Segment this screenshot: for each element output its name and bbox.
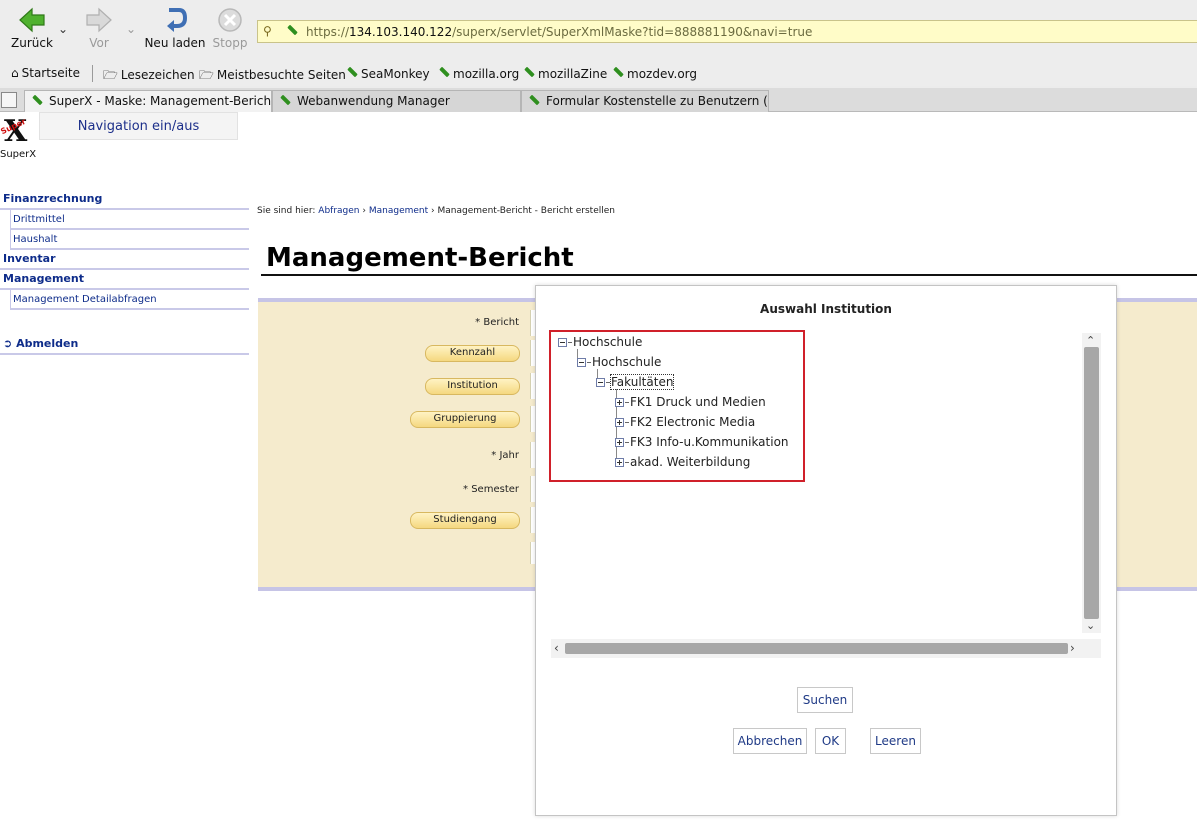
nav-finanzrechnung[interactable]: Finanzrechnung: [0, 190, 249, 210]
tab-formular-kostenstelle[interactable]: Formular Kostenstelle zu Benutzern (L...: [521, 90, 769, 112]
reload-button[interactable]: Neu laden: [144, 6, 206, 50]
tree-vertical-scrollbar[interactable]: ⌃ ⌄: [1082, 333, 1101, 633]
tab-strip: SuperX - Maske: Management-Bericht Weban…: [0, 88, 1197, 113]
institution-dialog: Auswahl Institution Hochschule Hochschul…: [535, 285, 1117, 816]
bookmark-icon: [438, 66, 450, 78]
forward-history-chevron-icon[interactable]: ⌄: [126, 22, 136, 36]
label-bericht: * Bericht: [475, 317, 519, 328]
institution-tree: Hochschule Hochschule Fakultäten FK1 Dru…: [549, 330, 1101, 658]
bookmark-meistbesuchte[interactable]: 🗁 Meistbesuchte Seiten: [199, 66, 346, 87]
tree-node-hochschule-root[interactable]: Hochschule: [558, 335, 642, 349]
expand-icon[interactable]: [615, 398, 624, 407]
tab-favicon: [279, 94, 291, 106]
collapse-icon[interactable]: [577, 358, 586, 367]
search-button[interactable]: Suchen: [797, 687, 853, 713]
ok-button[interactable]: OK: [815, 728, 846, 754]
back-arrow-icon: [19, 7, 45, 33]
dialog-title: Auswahl Institution: [760, 302, 892, 316]
nav-haushalt[interactable]: Haushalt: [10, 230, 249, 250]
collapse-icon[interactable]: [558, 338, 567, 347]
nav-inventar[interactable]: Inventar: [0, 250, 249, 270]
studiengang-button[interactable]: Studiengang: [410, 512, 520, 529]
bookmark-mozilla-org[interactable]: mozilla.org: [438, 66, 519, 81]
forward-button[interactable]: Vor: [80, 6, 118, 50]
collapse-icon[interactable]: [596, 378, 605, 387]
nav-drittmittel[interactable]: Drittmittel: [10, 210, 249, 230]
gruppierung-button[interactable]: Gruppierung: [410, 411, 520, 428]
bookmark-mozdev[interactable]: mozdev.org: [612, 66, 697, 81]
browser-toolbar: Zurück ⌄ Vor ⌄ Neu laden Stopp ⚲ https:/…: [0, 0, 1197, 62]
label-semester: * Semester: [463, 484, 519, 495]
horizontal-scroll-thumb[interactable]: [565, 643, 1068, 654]
back-history-chevron-icon[interactable]: ⌄: [58, 22, 68, 36]
tree-horizontal-scrollbar[interactable]: ‹ ›: [551, 639, 1082, 658]
kennzahl-button[interactable]: Kennzahl: [425, 345, 520, 362]
vertical-scroll-thumb[interactable]: [1084, 347, 1099, 619]
tab-favicon: [528, 94, 540, 106]
nav-management-detail[interactable]: Management Detailabfragen: [10, 290, 249, 310]
bookmark-icon: [346, 66, 358, 78]
navigation-toggle[interactable]: Navigation ein/aus: [39, 112, 238, 140]
site-icon: [286, 24, 298, 36]
breadcrumb-chevron-icon: ›: [362, 206, 366, 216]
breadcrumb-abfragen[interactable]: Abfragen: [318, 206, 359, 216]
superx-logo[interactable]: X Super SuperX: [0, 114, 38, 162]
breadcrumb-current: Management-Bericht - Bericht erstellen: [437, 206, 615, 216]
expand-icon[interactable]: [615, 438, 624, 447]
reload-icon: [167, 8, 188, 32]
scrollbar-corner: [1082, 639, 1101, 658]
folder-icon: 🗁: [103, 68, 118, 82]
tree-node-weiterbildung[interactable]: akad. Weiterbildung: [615, 455, 750, 469]
bookmark-lesezeichen[interactable]: 🗁 Lesezeichen: [103, 66, 195, 87]
bookmark-icon: [523, 66, 535, 78]
scroll-down-icon[interactable]: ⌄: [1086, 620, 1095, 631]
page-title: Management-Bericht: [266, 243, 574, 273]
bookmark-icon: [612, 66, 624, 78]
scroll-up-icon[interactable]: ⌃: [1086, 335, 1095, 346]
tab-list-icon[interactable]: [1, 92, 17, 108]
tab-superx-maske[interactable]: SuperX - Maske: Management-Bericht: [24, 90, 272, 113]
logout-icon: ➲: [3, 337, 13, 350]
back-button[interactable]: Zurück: [10, 6, 54, 50]
scroll-left-icon[interactable]: ‹: [554, 642, 559, 654]
home-icon: ⌂: [11, 66, 19, 80]
bookmark-separator: [92, 65, 93, 82]
folder-icon: 🗁: [199, 68, 214, 82]
institution-button[interactable]: Institution: [425, 378, 520, 395]
title-divider: [261, 274, 1197, 276]
nav-management[interactable]: Management: [0, 270, 249, 290]
breadcrumb-chevron-icon: ›: [431, 206, 435, 216]
tab-favicon: [31, 94, 43, 106]
tree-node-fk1[interactable]: FK1 Druck und Medien: [615, 395, 766, 409]
key-icon: ⚲: [263, 24, 272, 38]
left-navigation: Finanzrechnung Drittmittel Haushalt Inve…: [0, 190, 249, 310]
bookmark-seamonkey[interactable]: SeaMonkey: [346, 66, 430, 81]
logout-link[interactable]: ➲ Abmelden: [0, 337, 249, 355]
tree-node-fakultaeten[interactable]: Fakultäten: [596, 374, 675, 390]
bookmark-startseite[interactable]: ⌂ Startseite: [11, 66, 80, 80]
tree-node-fk2[interactable]: FK2 Electronic Media: [615, 415, 755, 429]
scroll-right-icon[interactable]: ›: [1070, 642, 1075, 654]
bookmarks-bar: ⌂ Startseite 🗁 Lesezeichen 🗁 Meistbesuchte …: [0, 62, 1197, 86]
tree-node-hochschule[interactable]: Hochschule: [577, 355, 661, 369]
url-bar[interactable]: ⚲ https://134.103.140.122/superx/servlet…: [257, 20, 1197, 43]
url-text: https://134.103.140.122/superx/servlet/S…: [306, 25, 813, 39]
clear-button[interactable]: Leeren: [870, 728, 921, 754]
expand-icon[interactable]: [615, 418, 624, 427]
breadcrumb: Sie sind hier: Abfragen › Management › M…: [257, 206, 615, 216]
tree-node-fk3[interactable]: FK3 Info-u.Kommunikation: [615, 435, 789, 449]
label-jahr: * Jahr: [491, 450, 519, 461]
stop-icon: [218, 8, 242, 32]
forward-arrow-icon: [86, 7, 112, 33]
tab-webanwendung-manager[interactable]: Webanwendung Manager: [272, 90, 521, 112]
expand-icon[interactable]: [615, 458, 624, 467]
bookmark-mozillazine[interactable]: mozillaZine: [523, 66, 607, 81]
stop-button[interactable]: Stopp: [210, 6, 250, 50]
cancel-button[interactable]: Abbrechen: [733, 728, 807, 754]
breadcrumb-management[interactable]: Management: [369, 206, 428, 216]
